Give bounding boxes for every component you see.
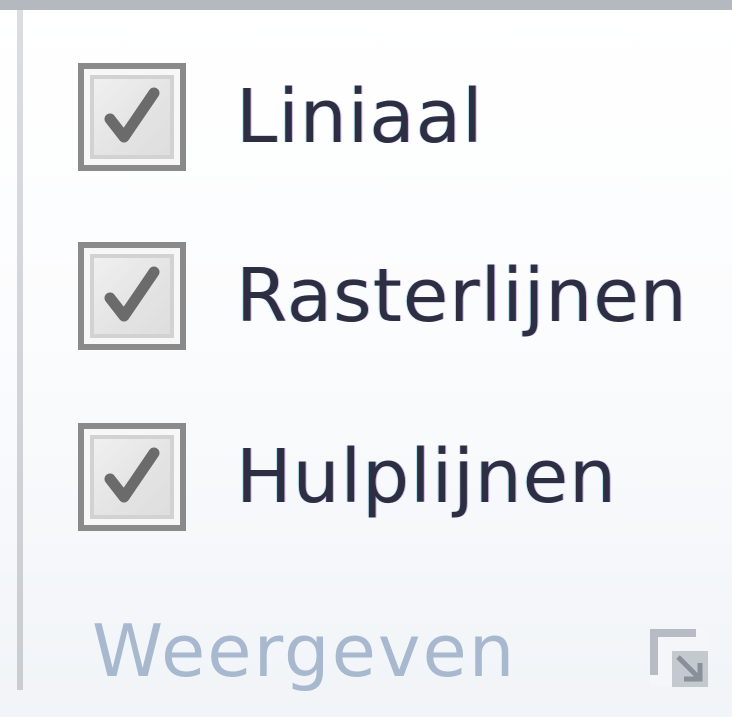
liniaal-label[interactable]: Liniaal [236, 80, 484, 154]
checkbox-row-rasterlijnen[interactable]: Rasterlijnen [78, 241, 688, 351]
hulplijnen-label[interactable]: Hulplijnen [236, 440, 617, 514]
group-top-border [0, 0, 732, 10]
ribbon-group-weergeven: Liniaal Rasterlijnen Hulplijnen Weergeve… [0, 0, 732, 717]
hulplijnen-checkbox[interactable] [78, 423, 186, 531]
checkmark-icon [104, 266, 160, 322]
checkbox-row-liniaal[interactable]: Liniaal [78, 62, 484, 172]
dialog-launcher-icon [650, 629, 708, 687]
group-left-separator [17, 10, 23, 690]
checkmark-icon [104, 87, 160, 143]
rasterlijnen-checkbox[interactable] [78, 242, 186, 350]
checkmark-icon [104, 447, 160, 503]
dialog-launcher-button[interactable] [648, 627, 710, 689]
group-title: Weergeven [92, 609, 517, 693]
rasterlijnen-label[interactable]: Rasterlijnen [236, 259, 688, 333]
liniaal-checkbox[interactable] [78, 63, 186, 171]
checkbox-row-hulplijnen[interactable]: Hulplijnen [78, 422, 617, 532]
